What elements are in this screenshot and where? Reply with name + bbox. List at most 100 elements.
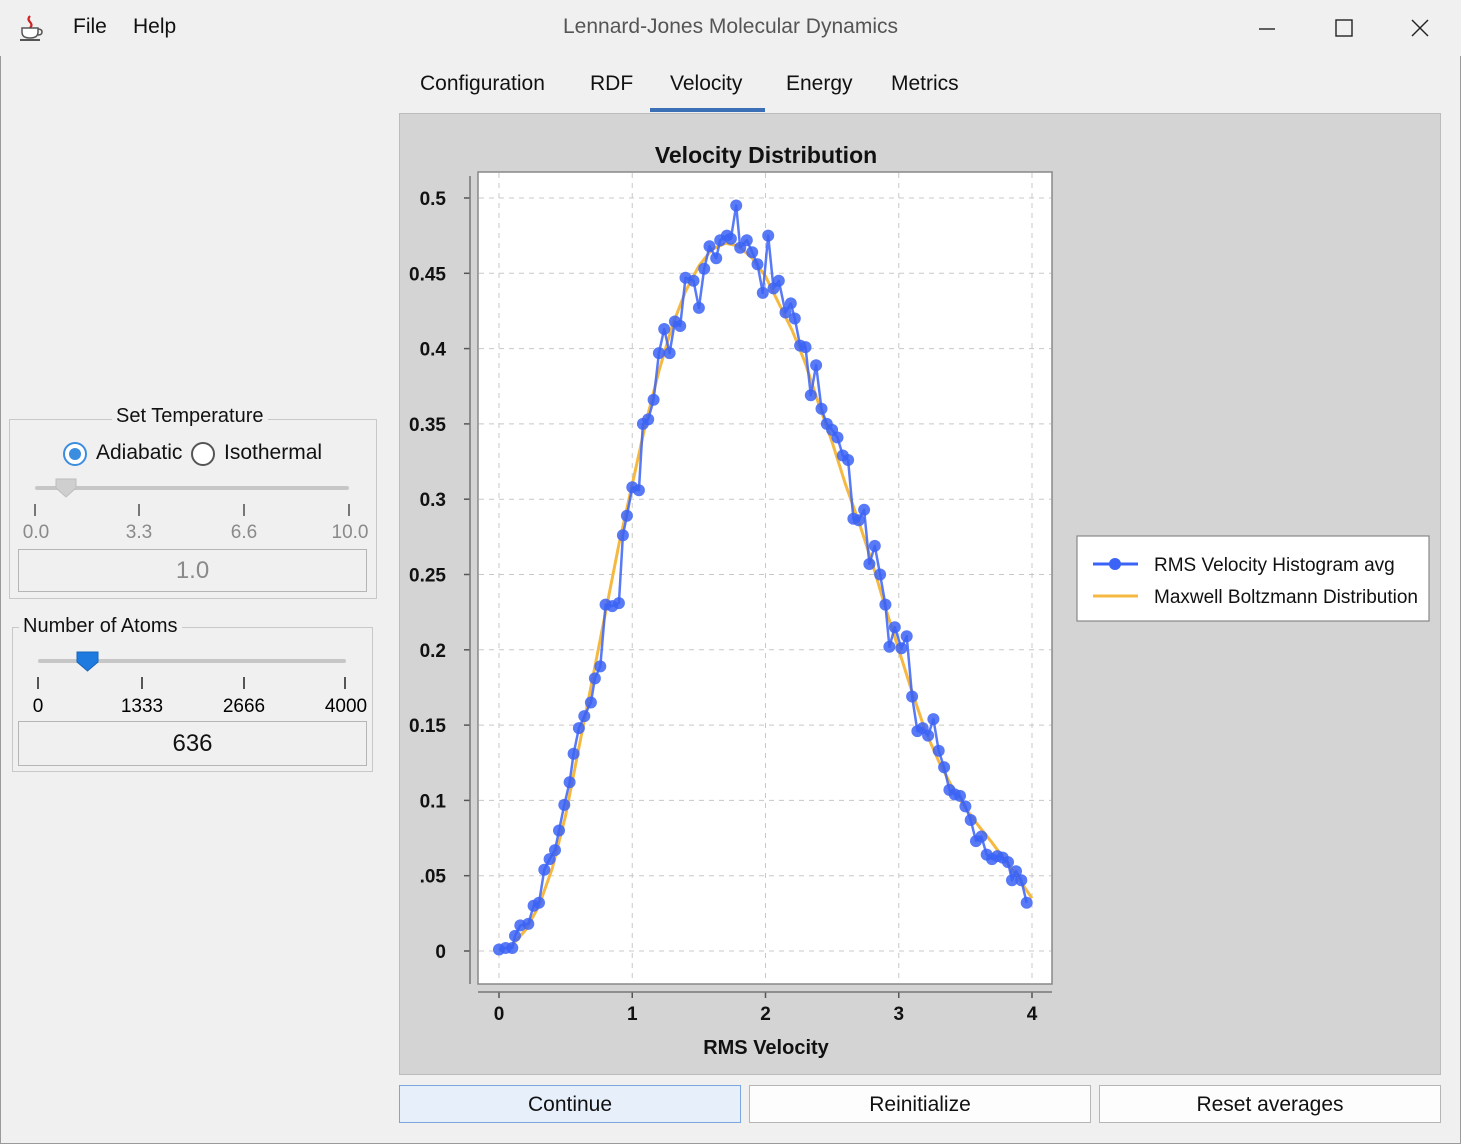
histogram-point — [954, 789, 966, 802]
histogram-point — [509, 929, 521, 942]
histogram-point — [612, 597, 625, 610]
atoms-slider-thumb[interactable] — [76, 651, 99, 672]
tab-configuration[interactable]: Configuration — [420, 72, 545, 96]
tab-rdf[interactable]: RDF — [590, 72, 633, 96]
chart-title: Velocity Distribution — [655, 142, 877, 168]
histogram-point — [692, 301, 705, 314]
chart-legend: RMS Velocity Histogram avg Maxwell Boltz… — [1076, 535, 1430, 622]
temperature-slider-thumb[interactable] — [55, 478, 77, 498]
histogram-point — [852, 514, 865, 527]
tab-energy[interactable]: Energy — [786, 72, 853, 96]
histogram-point — [868, 539, 881, 552]
histogram-point — [762, 229, 775, 242]
histogram-point — [938, 761, 951, 774]
histogram-point — [578, 710, 591, 723]
reset-averages-button[interactable]: Reset averages — [1099, 1085, 1441, 1123]
histogram-point — [788, 312, 801, 325]
histogram-point — [895, 642, 908, 655]
chart-panel: Velocity Distribution 0 .05 0.1 0.15 0.2 0.25… — [399, 113, 1441, 1075]
histogram-point — [674, 320, 687, 332]
histogram-point — [533, 896, 545, 909]
x-tick-label: 3 — [893, 1004, 904, 1025]
histogram-point — [687, 274, 700, 287]
histogram-point — [740, 234, 753, 247]
temperature-tick-label: 6.6 — [230, 522, 258, 543]
histogram-point — [879, 598, 892, 611]
histogram-point — [724, 232, 737, 245]
histogram-point — [863, 558, 876, 570]
title-bar: File Help Lennard-Jones Molecular Dynami… — [0, 0, 1461, 56]
histogram-point — [572, 722, 585, 735]
histogram-point — [549, 844, 561, 857]
temperature-tick-label: 0.0 — [22, 522, 50, 543]
reinitialize-button[interactable]: Reinitialize — [749, 1085, 1091, 1123]
histogram-point — [932, 744, 945, 757]
histogram-point — [964, 814, 977, 826]
temperature-tick — [348, 504, 350, 516]
temperature-value-field[interactable]: 1.0 — [18, 549, 367, 592]
histogram-point — [756, 286, 769, 299]
isothermal-label: Isothermal — [224, 441, 323, 464]
x-axis-label: RMS Velocity — [703, 1037, 829, 1059]
histogram-point — [772, 274, 785, 287]
close-icon[interactable] — [1405, 14, 1435, 44]
temperature-tick — [243, 504, 245, 516]
histogram-point — [975, 830, 988, 843]
histogram-point — [538, 863, 551, 876]
y-tick-label: 0.35 — [409, 415, 446, 436]
histogram-point — [810, 359, 823, 372]
histogram-point — [842, 454, 855, 466]
histogram-point — [584, 696, 597, 709]
temperature-value: 1.0 — [175, 557, 210, 584]
histogram-point — [616, 529, 629, 542]
y-tick-label: 0.3 — [420, 490, 446, 511]
atoms-tick — [344, 677, 346, 689]
tab-velocity[interactable]: Velocity — [670, 72, 742, 96]
histogram-point — [647, 393, 660, 406]
histogram-point — [658, 323, 671, 335]
y-tick-label: 0.1 — [420, 791, 447, 812]
histogram-point — [858, 503, 871, 516]
maximize-icon[interactable] — [1329, 14, 1359, 44]
histogram-point — [804, 389, 817, 402]
y-tick-label: 0.15 — [409, 716, 446, 737]
temperature-tick — [138, 504, 140, 516]
atoms-tick — [243, 677, 245, 689]
continue-button[interactable]: Continue — [399, 1085, 741, 1123]
tab-metrics[interactable]: Metrics — [891, 72, 959, 96]
atoms-tick — [141, 677, 143, 689]
temperature-group-title: Set Temperature — [112, 405, 268, 428]
histogram-point — [815, 402, 828, 415]
temperature-tick — [34, 504, 36, 516]
y-tick-label: 0.25 — [409, 566, 446, 587]
minimize-icon[interactable] — [1252, 14, 1282, 44]
atoms-tick-label: 0 — [32, 696, 44, 717]
temperature-tick-label: 3.3 — [125, 522, 153, 543]
histogram-point — [831, 431, 844, 444]
histogram-point — [959, 800, 972, 813]
histogram-point — [1015, 874, 1028, 887]
adiabatic-radio[interactable] — [63, 442, 87, 466]
histogram-point — [1020, 896, 1033, 909]
histogram-point — [563, 776, 576, 789]
y-tick-label: 0.45 — [409, 264, 446, 285]
histogram-point — [799, 341, 812, 354]
histogram-point — [558, 798, 571, 811]
atoms-value-field[interactable]: 636 — [18, 721, 367, 766]
histogram-point — [553, 824, 565, 837]
adiabatic-label: Adiabatic — [96, 441, 183, 464]
histogram-point — [784, 297, 797, 310]
histogram-point — [567, 747, 580, 760]
legend-box — [1076, 535, 1430, 622]
temperature-slider[interactable] — [35, 486, 349, 490]
active-tab-indicator — [650, 108, 765, 112]
histogram-point — [522, 917, 535, 930]
velocity-chart: Velocity Distribution 0 .05 0.1 0.15 0.2 0.25… — [409, 142, 1430, 1059]
atoms-tick-label: 1333 — [120, 696, 164, 717]
histogram-point — [746, 246, 759, 259]
histogram-point — [506, 942, 519, 954]
histogram-point — [883, 640, 896, 653]
histogram-point — [1002, 856, 1014, 869]
histogram-point — [620, 509, 633, 522]
isothermal-radio[interactable] — [191, 442, 215, 466]
